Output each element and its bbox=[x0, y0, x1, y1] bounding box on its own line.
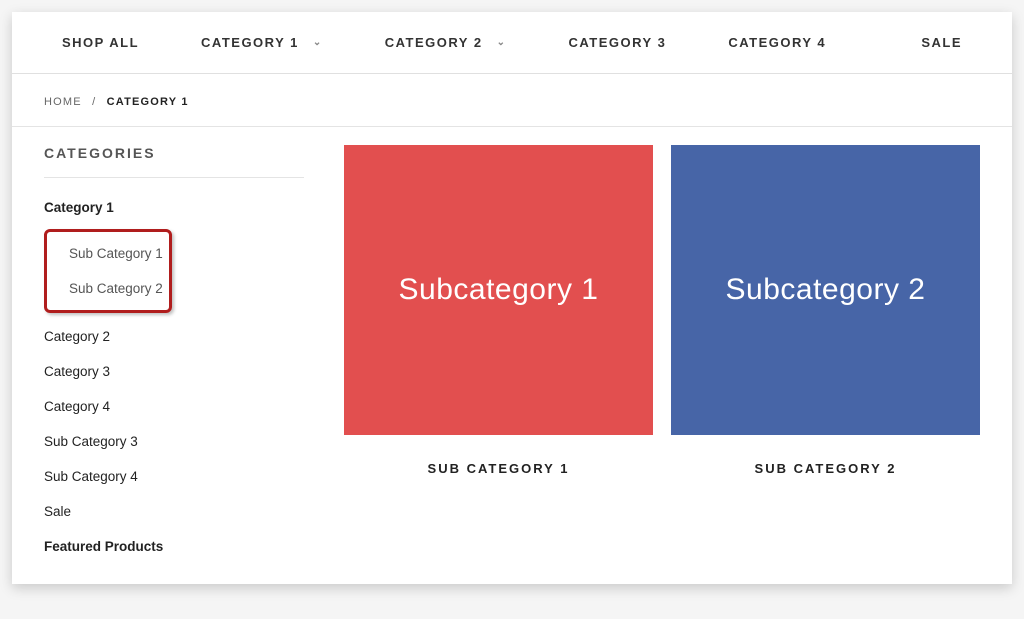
tile-label-sub-category-1: SUB CATEGORY 1 bbox=[344, 461, 653, 476]
breadcrumb: HOME / CATEGORY 1 bbox=[44, 96, 980, 108]
tile-image-subcategory-1[interactable]: Subcategory 1 bbox=[344, 145, 653, 435]
tile-image-subcategory-2[interactable]: Subcategory 2 bbox=[671, 145, 980, 435]
sidebar-item-category-2[interactable]: Category 2 bbox=[44, 319, 304, 354]
nav-category-3[interactable]: CATEGORY 3 bbox=[568, 35, 666, 50]
nav-category-2[interactable]: CATEGORY 2 ⌄ bbox=[385, 35, 507, 50]
chevron-down-icon: ⌄ bbox=[313, 37, 323, 48]
sidebar-item-sale[interactable]: Sale bbox=[44, 494, 304, 529]
tile-row: Subcategory 1 SUB CATEGORY 1 Subcategory… bbox=[344, 145, 980, 476]
nav-category-4-label: CATEGORY 4 bbox=[728, 35, 826, 50]
sidebar: CATEGORIES Category 1 Sub Category 1 Sub… bbox=[44, 145, 304, 564]
sidebar-item-category-4[interactable]: Category 4 bbox=[44, 389, 304, 424]
breadcrumb-home[interactable]: HOME bbox=[44, 96, 82, 108]
sidebar-heading: CATEGORIES bbox=[44, 145, 304, 178]
sidebar-item-sub-category-4[interactable]: Sub Category 4 bbox=[44, 459, 304, 494]
sidebar-item-sub-category-3[interactable]: Sub Category 3 bbox=[44, 424, 304, 459]
category-list: Category 1 Sub Category 1 Sub Category 2… bbox=[44, 190, 304, 564]
nav-sale-label: SALE bbox=[921, 35, 962, 50]
tile-image-text: Subcategory 1 bbox=[399, 273, 599, 307]
breadcrumb-row: HOME / CATEGORY 1 bbox=[12, 74, 1012, 127]
nav-sale[interactable]: SALE bbox=[921, 35, 962, 50]
sidebar-item-featured-products[interactable]: Featured Products bbox=[44, 529, 304, 564]
nav-category-1-label: CATEGORY 1 bbox=[201, 35, 299, 50]
sidebar-item-category-3[interactable]: Category 3 bbox=[44, 354, 304, 389]
nav-shop-all-label: SHOP ALL bbox=[62, 35, 139, 50]
sidebar-item-sub-category-1[interactable]: Sub Category 1 bbox=[47, 236, 167, 271]
content: Subcategory 1 SUB CATEGORY 1 Subcategory… bbox=[344, 145, 980, 564]
highlight-annotation: Sub Category 1 Sub Category 2 bbox=[44, 229, 172, 313]
breadcrumb-sep: / bbox=[92, 96, 96, 108]
nav-category-2-label: CATEGORY 2 bbox=[385, 35, 483, 50]
main: CATEGORIES Category 1 Sub Category 1 Sub… bbox=[12, 137, 1012, 584]
nav-category-3-label: CATEGORY 3 bbox=[568, 35, 666, 50]
nav-category-1[interactable]: CATEGORY 1 ⌄ bbox=[201, 35, 323, 50]
nav-category-4[interactable]: CATEGORY 4 bbox=[728, 35, 826, 50]
tile-image-text: Subcategory 2 bbox=[726, 273, 926, 307]
sidebar-item-sub-category-2[interactable]: Sub Category 2 bbox=[47, 271, 167, 306]
tile-sub-category-1[interactable]: Subcategory 1 SUB CATEGORY 1 bbox=[344, 145, 653, 476]
tile-sub-category-2[interactable]: Subcategory 2 SUB CATEGORY 2 bbox=[671, 145, 980, 476]
tile-label-sub-category-2: SUB CATEGORY 2 bbox=[671, 461, 980, 476]
top-nav: SHOP ALL CATEGORY 1 ⌄ CATEGORY 2 ⌄ CATEG… bbox=[12, 12, 1012, 74]
sidebar-item-category-1[interactable]: Category 1 bbox=[44, 190, 304, 225]
breadcrumb-current: CATEGORY 1 bbox=[107, 96, 189, 108]
page: SHOP ALL CATEGORY 1 ⌄ CATEGORY 2 ⌄ CATEG… bbox=[12, 12, 1012, 584]
chevron-down-icon: ⌄ bbox=[497, 37, 507, 48]
nav-shop-all[interactable]: SHOP ALL bbox=[62, 35, 139, 50]
